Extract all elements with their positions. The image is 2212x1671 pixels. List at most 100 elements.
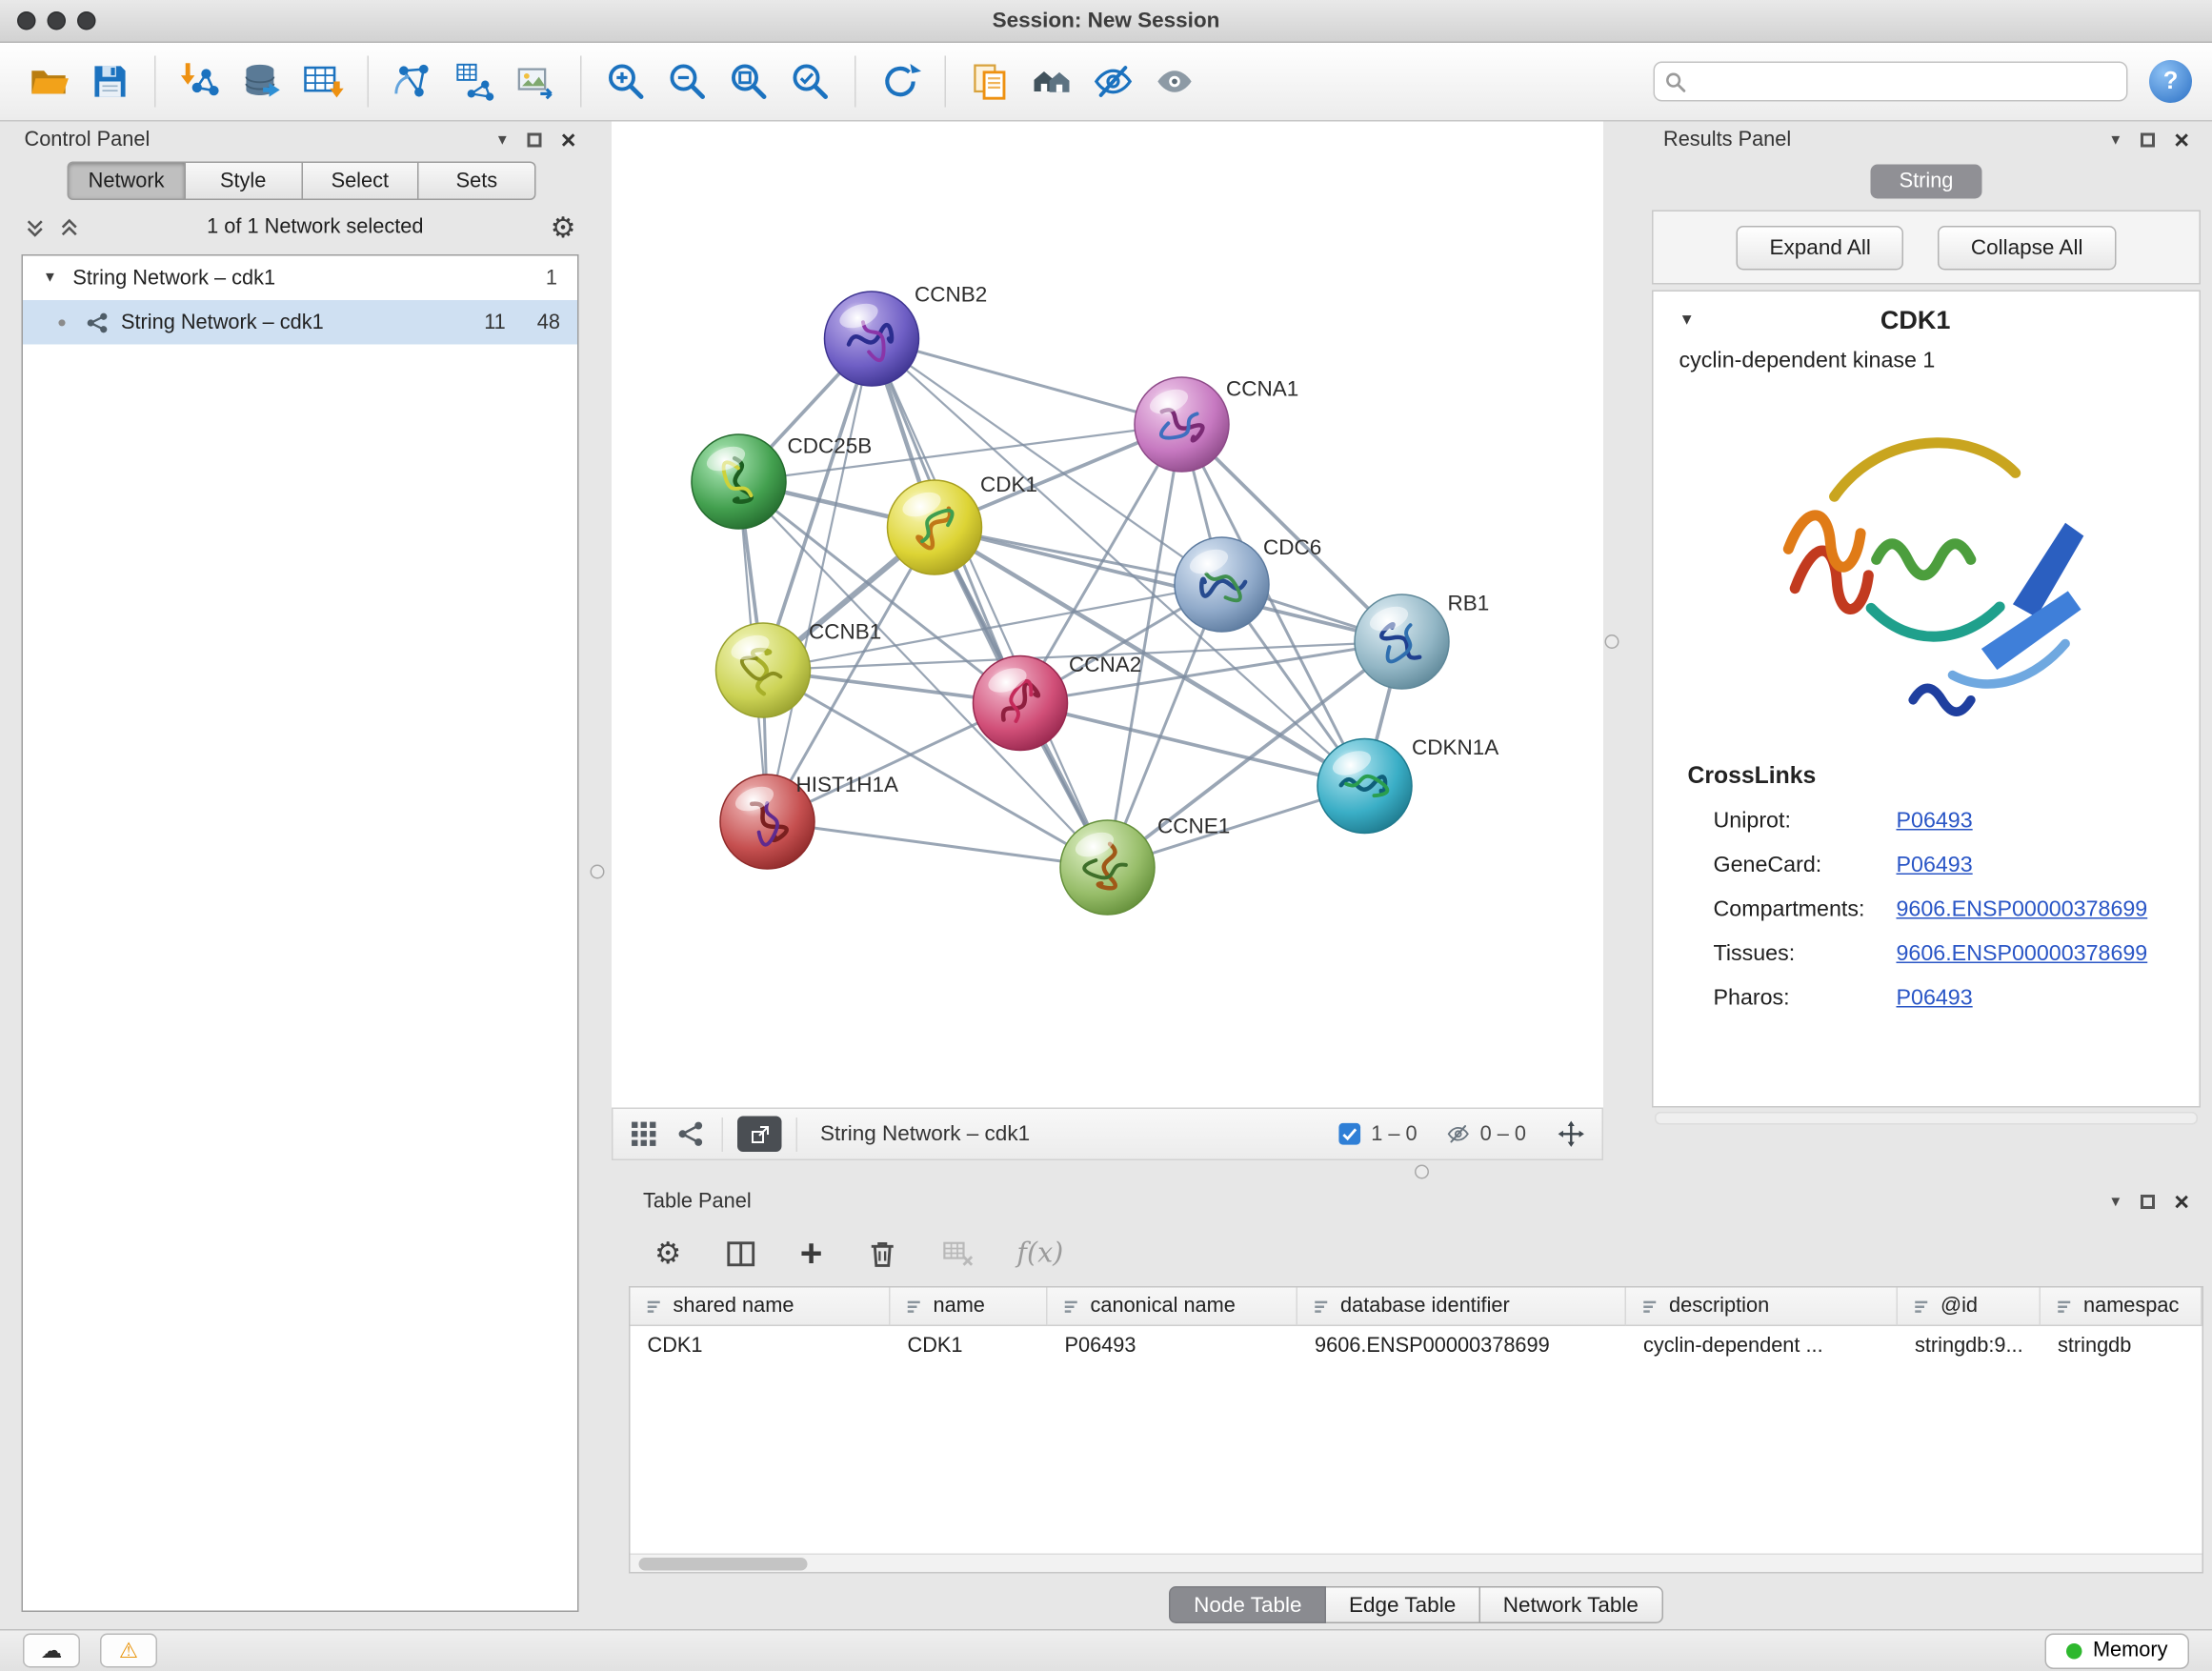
close-panel-button[interactable]: × bbox=[2174, 1189, 2189, 1215]
scrollbar-thumb[interactable] bbox=[639, 1558, 808, 1571]
refresh-view-button[interactable] bbox=[872, 51, 929, 111]
crosslink-link[interactable]: P06493 bbox=[1897, 985, 1973, 1011]
cell-shared-name[interactable]: CDK1 bbox=[631, 1326, 891, 1366]
show-data-panel-button[interactable] bbox=[1023, 51, 1080, 111]
crosslink-link[interactable]: P06493 bbox=[1897, 808, 1973, 834]
tab-network-table[interactable]: Network Table bbox=[1480, 1586, 1663, 1623]
float-panel-button[interactable] bbox=[2142, 133, 2156, 148]
column-header-description[interactable]: description bbox=[1626, 1288, 1898, 1327]
collapse-all-button[interactable]: Collapse All bbox=[1938, 225, 2116, 270]
search-input[interactable] bbox=[1654, 62, 2128, 102]
zoom-selected-button[interactable] bbox=[782, 51, 839, 111]
crosslink-link[interactable]: P06493 bbox=[1897, 853, 1973, 878]
network-node-CDC6[interactable] bbox=[1175, 537, 1269, 632]
tab-edge-table[interactable]: Edge Table bbox=[1326, 1586, 1480, 1623]
close-panel-button[interactable]: × bbox=[561, 128, 576, 153]
cell-namespace[interactable]: stringdb bbox=[2041, 1326, 2202, 1366]
float-panel-button[interactable] bbox=[2142, 1195, 2156, 1209]
panel-menu-icon[interactable]: ▼ bbox=[2108, 132, 2122, 149]
cell-id[interactable]: stringdb:9... bbox=[1898, 1326, 2041, 1366]
network-node-CCNE1[interactable] bbox=[1060, 820, 1155, 915]
delete-column-button[interactable] bbox=[865, 1237, 898, 1270]
collection-caret-icon[interactable]: ▼ bbox=[43, 271, 57, 287]
open-session-button[interactable] bbox=[20, 51, 77, 111]
show-all-button[interactable] bbox=[1146, 51, 1203, 111]
hidden-eye-icon[interactable] bbox=[1446, 1122, 1471, 1147]
crosslink-link[interactable]: 9606.ENSP00000378699 bbox=[1897, 896, 2148, 922]
delete-table-button[interactable] bbox=[941, 1237, 975, 1270]
close-panel-button[interactable]: × bbox=[2174, 128, 2189, 153]
network-node-CCNB2[interactable] bbox=[825, 292, 919, 386]
network-overview-button[interactable] bbox=[674, 1117, 708, 1151]
tab-sets[interactable]: Sets bbox=[419, 162, 536, 201]
pan-tool-button[interactable] bbox=[1555, 1117, 1588, 1151]
expand-all-networks-icon[interactable] bbox=[25, 216, 47, 238]
network-node-CDKN1A[interactable] bbox=[1317, 739, 1412, 834]
network-options-gear-icon[interactable]: ⚙ bbox=[551, 210, 576, 246]
gene-collapse-caret-icon[interactable]: ▼ bbox=[1679, 312, 1695, 329]
zoom-in-button[interactable] bbox=[597, 51, 654, 111]
memory-button[interactable]: Memory bbox=[2044, 1633, 2189, 1669]
collapse-all-networks-icon[interactable] bbox=[59, 216, 81, 238]
table-row[interactable]: CDK1 CDK1 P06493 9606.ENSP00000378699 cy… bbox=[631, 1326, 2202, 1366]
tab-style[interactable]: Style bbox=[186, 162, 303, 201]
network-canvas[interactable]: CCNB2CCNA1CDC25BCDK1CDC6RB1CCNB1CCNA2CDK… bbox=[612, 122, 1603, 1108]
panel-menu-icon[interactable]: ▼ bbox=[495, 132, 510, 149]
import-network-from-file-button[interactable] bbox=[171, 51, 229, 111]
network-collection-row[interactable]: ▼ String Network – cdk1 1 bbox=[23, 256, 577, 301]
tab-select[interactable]: Select bbox=[302, 162, 419, 201]
import-table-from-file-button[interactable] bbox=[294, 51, 352, 111]
cell-database-identifier[interactable]: 9606.ENSP00000378699 bbox=[1297, 1326, 1626, 1366]
show-columns-button[interactable] bbox=[724, 1237, 757, 1270]
cloud-status-button[interactable]: ☁ bbox=[23, 1634, 80, 1668]
warnings-button[interactable]: ⚠ bbox=[100, 1634, 157, 1668]
column-header-database-identifier[interactable]: database identifier bbox=[1297, 1288, 1626, 1327]
column-header-name[interactable]: name bbox=[891, 1288, 1048, 1327]
column-header-namespace[interactable]: namespac bbox=[2041, 1288, 2202, 1327]
new-network-from-table-button[interactable] bbox=[446, 51, 503, 111]
cell-canonical-name[interactable]: P06493 bbox=[1048, 1326, 1298, 1366]
right-splitter-handle[interactable] bbox=[1605, 634, 1619, 649]
table-options-gear-icon[interactable]: ⚙ bbox=[654, 1236, 681, 1272]
network-edge-CCNB2-HIST1H1A[interactable] bbox=[768, 339, 873, 822]
results-horizontal-scrollbar[interactable] bbox=[1655, 1112, 2198, 1125]
cell-description[interactable]: cyclin-dependent ... bbox=[1626, 1326, 1898, 1366]
new-network-button[interactable] bbox=[385, 51, 442, 111]
column-header-shared-name[interactable]: shared name bbox=[631, 1288, 891, 1327]
import-network-from-database-button[interactable] bbox=[233, 51, 291, 111]
column-header-id[interactable]: @id bbox=[1898, 1288, 2041, 1327]
function-builder-button[interactable]: f(x) bbox=[1016, 1238, 1063, 1269]
network-edge-CCNB2-CCNE1[interactable] bbox=[872, 339, 1108, 868]
minimize-window-button[interactable] bbox=[48, 11, 67, 30]
network-row-selected[interactable]: ● String Network – cdk1 11 48 bbox=[23, 300, 577, 345]
float-panel-button[interactable] bbox=[528, 133, 542, 148]
network-node-CCNA1[interactable] bbox=[1135, 377, 1229, 472]
network-node-CCNA2[interactable] bbox=[974, 656, 1068, 751]
left-splitter-handle[interactable] bbox=[591, 865, 605, 879]
expand-all-button[interactable]: Expand All bbox=[1737, 225, 1903, 270]
network-edge-CCNE1-HIST1H1A[interactable] bbox=[768, 822, 1108, 868]
panel-menu-icon[interactable]: ▼ bbox=[2108, 1194, 2122, 1210]
zoom-out-button[interactable] bbox=[659, 51, 716, 111]
network-node-CDC25B[interactable] bbox=[692, 434, 786, 529]
zoom-fit-button[interactable] bbox=[720, 51, 777, 111]
results-tab-string[interactable]: String bbox=[1871, 165, 1982, 199]
tab-network[interactable]: Network bbox=[68, 162, 186, 201]
crosslink-link[interactable]: 9606.ENSP00000378699 bbox=[1897, 941, 2148, 967]
detach-view-button[interactable] bbox=[737, 1117, 782, 1153]
cell-name[interactable]: CDK1 bbox=[891, 1326, 1048, 1366]
network-node-RB1[interactable] bbox=[1355, 594, 1449, 689]
close-window-button[interactable] bbox=[17, 11, 36, 30]
hide-selected-button[interactable] bbox=[1085, 51, 1142, 111]
network-node-CDK1[interactable] bbox=[888, 480, 982, 574]
help-button[interactable]: ? bbox=[2149, 60, 2192, 103]
save-session-button[interactable] bbox=[82, 51, 139, 111]
checkbox-icon[interactable] bbox=[1337, 1122, 1361, 1147]
copy-document-button[interactable] bbox=[962, 51, 1019, 111]
network-node-CCNB1[interactable] bbox=[716, 623, 811, 717]
grid-view-button[interactable] bbox=[628, 1117, 661, 1151]
table-horizontal-scrollbar[interactable] bbox=[631, 1554, 2202, 1573]
bottom-splitter-handle[interactable] bbox=[1415, 1165, 1429, 1179]
add-column-button[interactable]: + bbox=[800, 1234, 823, 1273]
zoom-window-button[interactable] bbox=[77, 11, 96, 30]
